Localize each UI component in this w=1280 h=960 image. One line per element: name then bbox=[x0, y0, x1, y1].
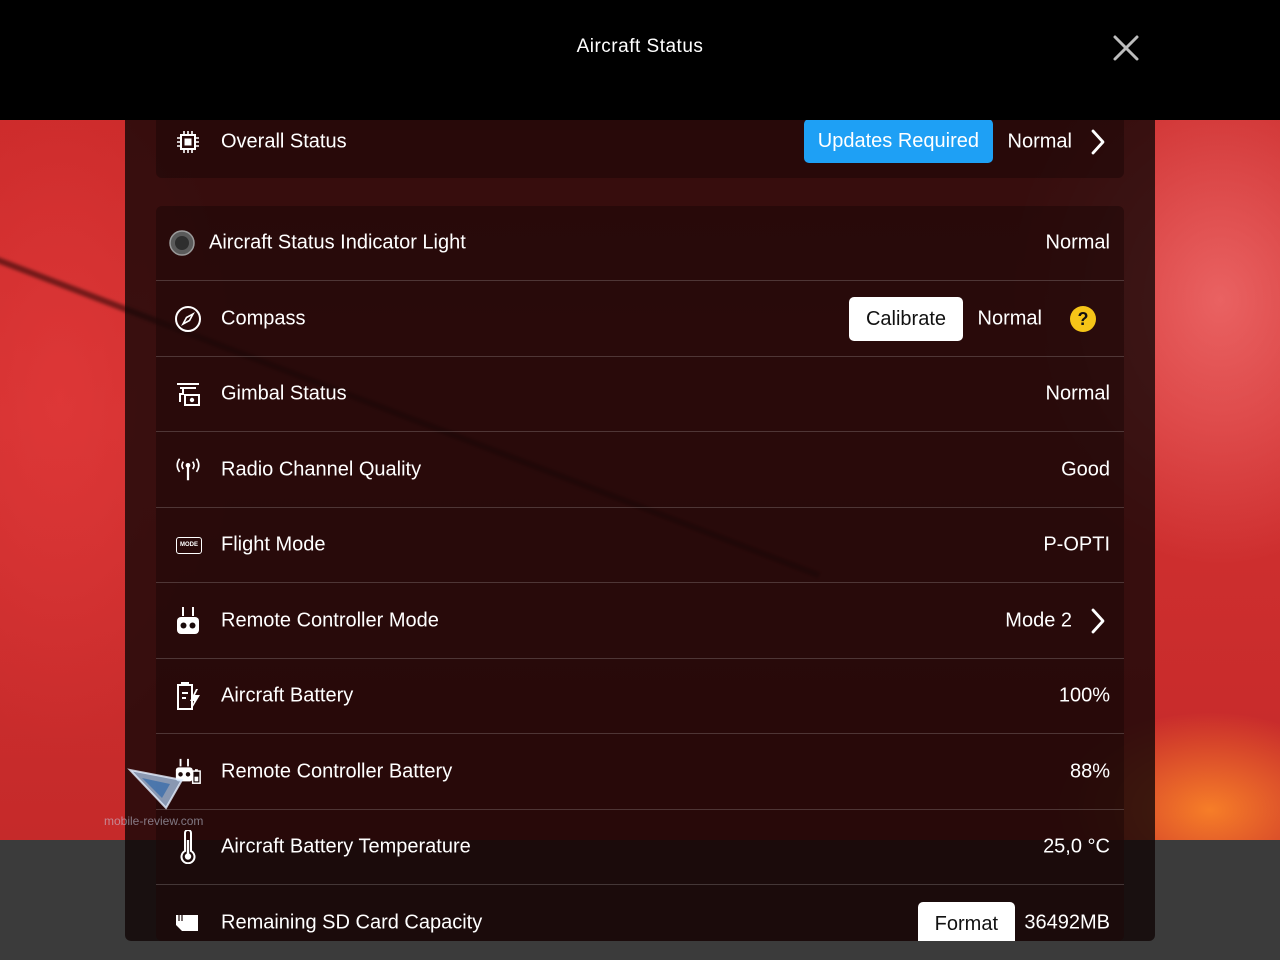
calibrate-button[interactable]: Calibrate bbox=[848, 296, 963, 341]
format-button[interactable]: Format bbox=[917, 901, 1015, 941]
list-item-compass: Compass Calibrate Normal ? bbox=[156, 282, 1124, 357]
row-value: 25,0 °C bbox=[1043, 835, 1110, 858]
list-item-flight-mode: MODE Flight Mode P-OPTI bbox=[156, 508, 1124, 583]
row-value: 36492MB bbox=[1024, 911, 1110, 933]
sd-card-icon bbox=[174, 909, 202, 937]
header-bar: Aircraft Status bbox=[0, 0, 1280, 120]
row-label: Aircraft Battery bbox=[221, 684, 354, 707]
list-item-rc-battery: Remote Controller Battery 88% bbox=[156, 735, 1124, 810]
row-label: Gimbal Status bbox=[221, 382, 347, 405]
row-value: Normal bbox=[977, 307, 1042, 329]
row-label: Compass bbox=[221, 307, 306, 329]
row-label: Flight Mode bbox=[221, 533, 326, 556]
row-value: 100% bbox=[1058, 684, 1110, 707]
compass-icon bbox=[174, 305, 202, 333]
list-item-radio-channel: Radio Channel Quality Good bbox=[156, 433, 1124, 508]
overall-status-value: Normal bbox=[1007, 130, 1072, 153]
help-icon[interactable]: ? bbox=[1070, 305, 1096, 332]
list-item-battery-temperature: Aircraft Battery Temperature 25,0 °C bbox=[156, 810, 1124, 885]
chevron-right-icon[interactable] bbox=[1090, 129, 1106, 155]
chip-icon bbox=[174, 128, 202, 156]
row-value: Normal bbox=[1045, 231, 1110, 254]
status-list-card: Aircraft Status Indicator Light Normal C… bbox=[156, 206, 1124, 941]
row-label: Remaining SD Card Capacity bbox=[221, 911, 483, 933]
thermometer-icon bbox=[174, 830, 202, 864]
list-item-aircraft-battery: Aircraft Battery 100% bbox=[156, 659, 1124, 734]
list-item-gimbal: Gimbal Status Normal bbox=[156, 357, 1124, 432]
row-label: Aircraft Status Indicator Light bbox=[209, 231, 466, 254]
row-value: Mode 2 bbox=[1005, 609, 1072, 631]
remote-controller-icon bbox=[174, 606, 202, 635]
close-icon[interactable] bbox=[1110, 32, 1142, 64]
mode-icon: MODE bbox=[174, 531, 204, 559]
updates-required-button[interactable]: Updates Required bbox=[803, 119, 993, 163]
indicator-light-icon bbox=[168, 229, 196, 257]
row-label: Remote Controller Battery bbox=[221, 760, 453, 782]
list-item-rc-mode[interactable]: Remote Controller Mode Mode 2 bbox=[156, 584, 1124, 659]
watermark-text: mobile-review.com bbox=[104, 814, 204, 828]
page-title: Aircraft Status bbox=[576, 36, 704, 57]
row-value: 88% bbox=[1069, 760, 1110, 782]
list-item-sd-card: Remaining SD Card Capacity Format 36492M… bbox=[156, 886, 1124, 941]
gimbal-icon bbox=[174, 380, 202, 408]
row-value: Good bbox=[1061, 458, 1110, 480]
overall-status-label: Overall Status bbox=[221, 130, 347, 153]
row-label: Radio Channel Quality bbox=[221, 458, 422, 480]
radio-signal-icon bbox=[174, 456, 202, 484]
row-label: Remote Controller Mode bbox=[221, 609, 439, 631]
aircraft-battery-icon bbox=[174, 682, 202, 710]
row-value: Normal bbox=[1045, 382, 1110, 405]
chevron-right-icon[interactable] bbox=[1090, 608, 1106, 634]
row-label: Aircraft Battery Temperature bbox=[221, 835, 471, 858]
row-value: P-OPTI bbox=[1043, 533, 1110, 556]
list-item-indicator-light: Aircraft Status Indicator Light Normal bbox=[156, 206, 1124, 281]
watermark-logo: mobile-review.com bbox=[104, 764, 214, 834]
mode-icon-text: MODE bbox=[176, 536, 202, 554]
